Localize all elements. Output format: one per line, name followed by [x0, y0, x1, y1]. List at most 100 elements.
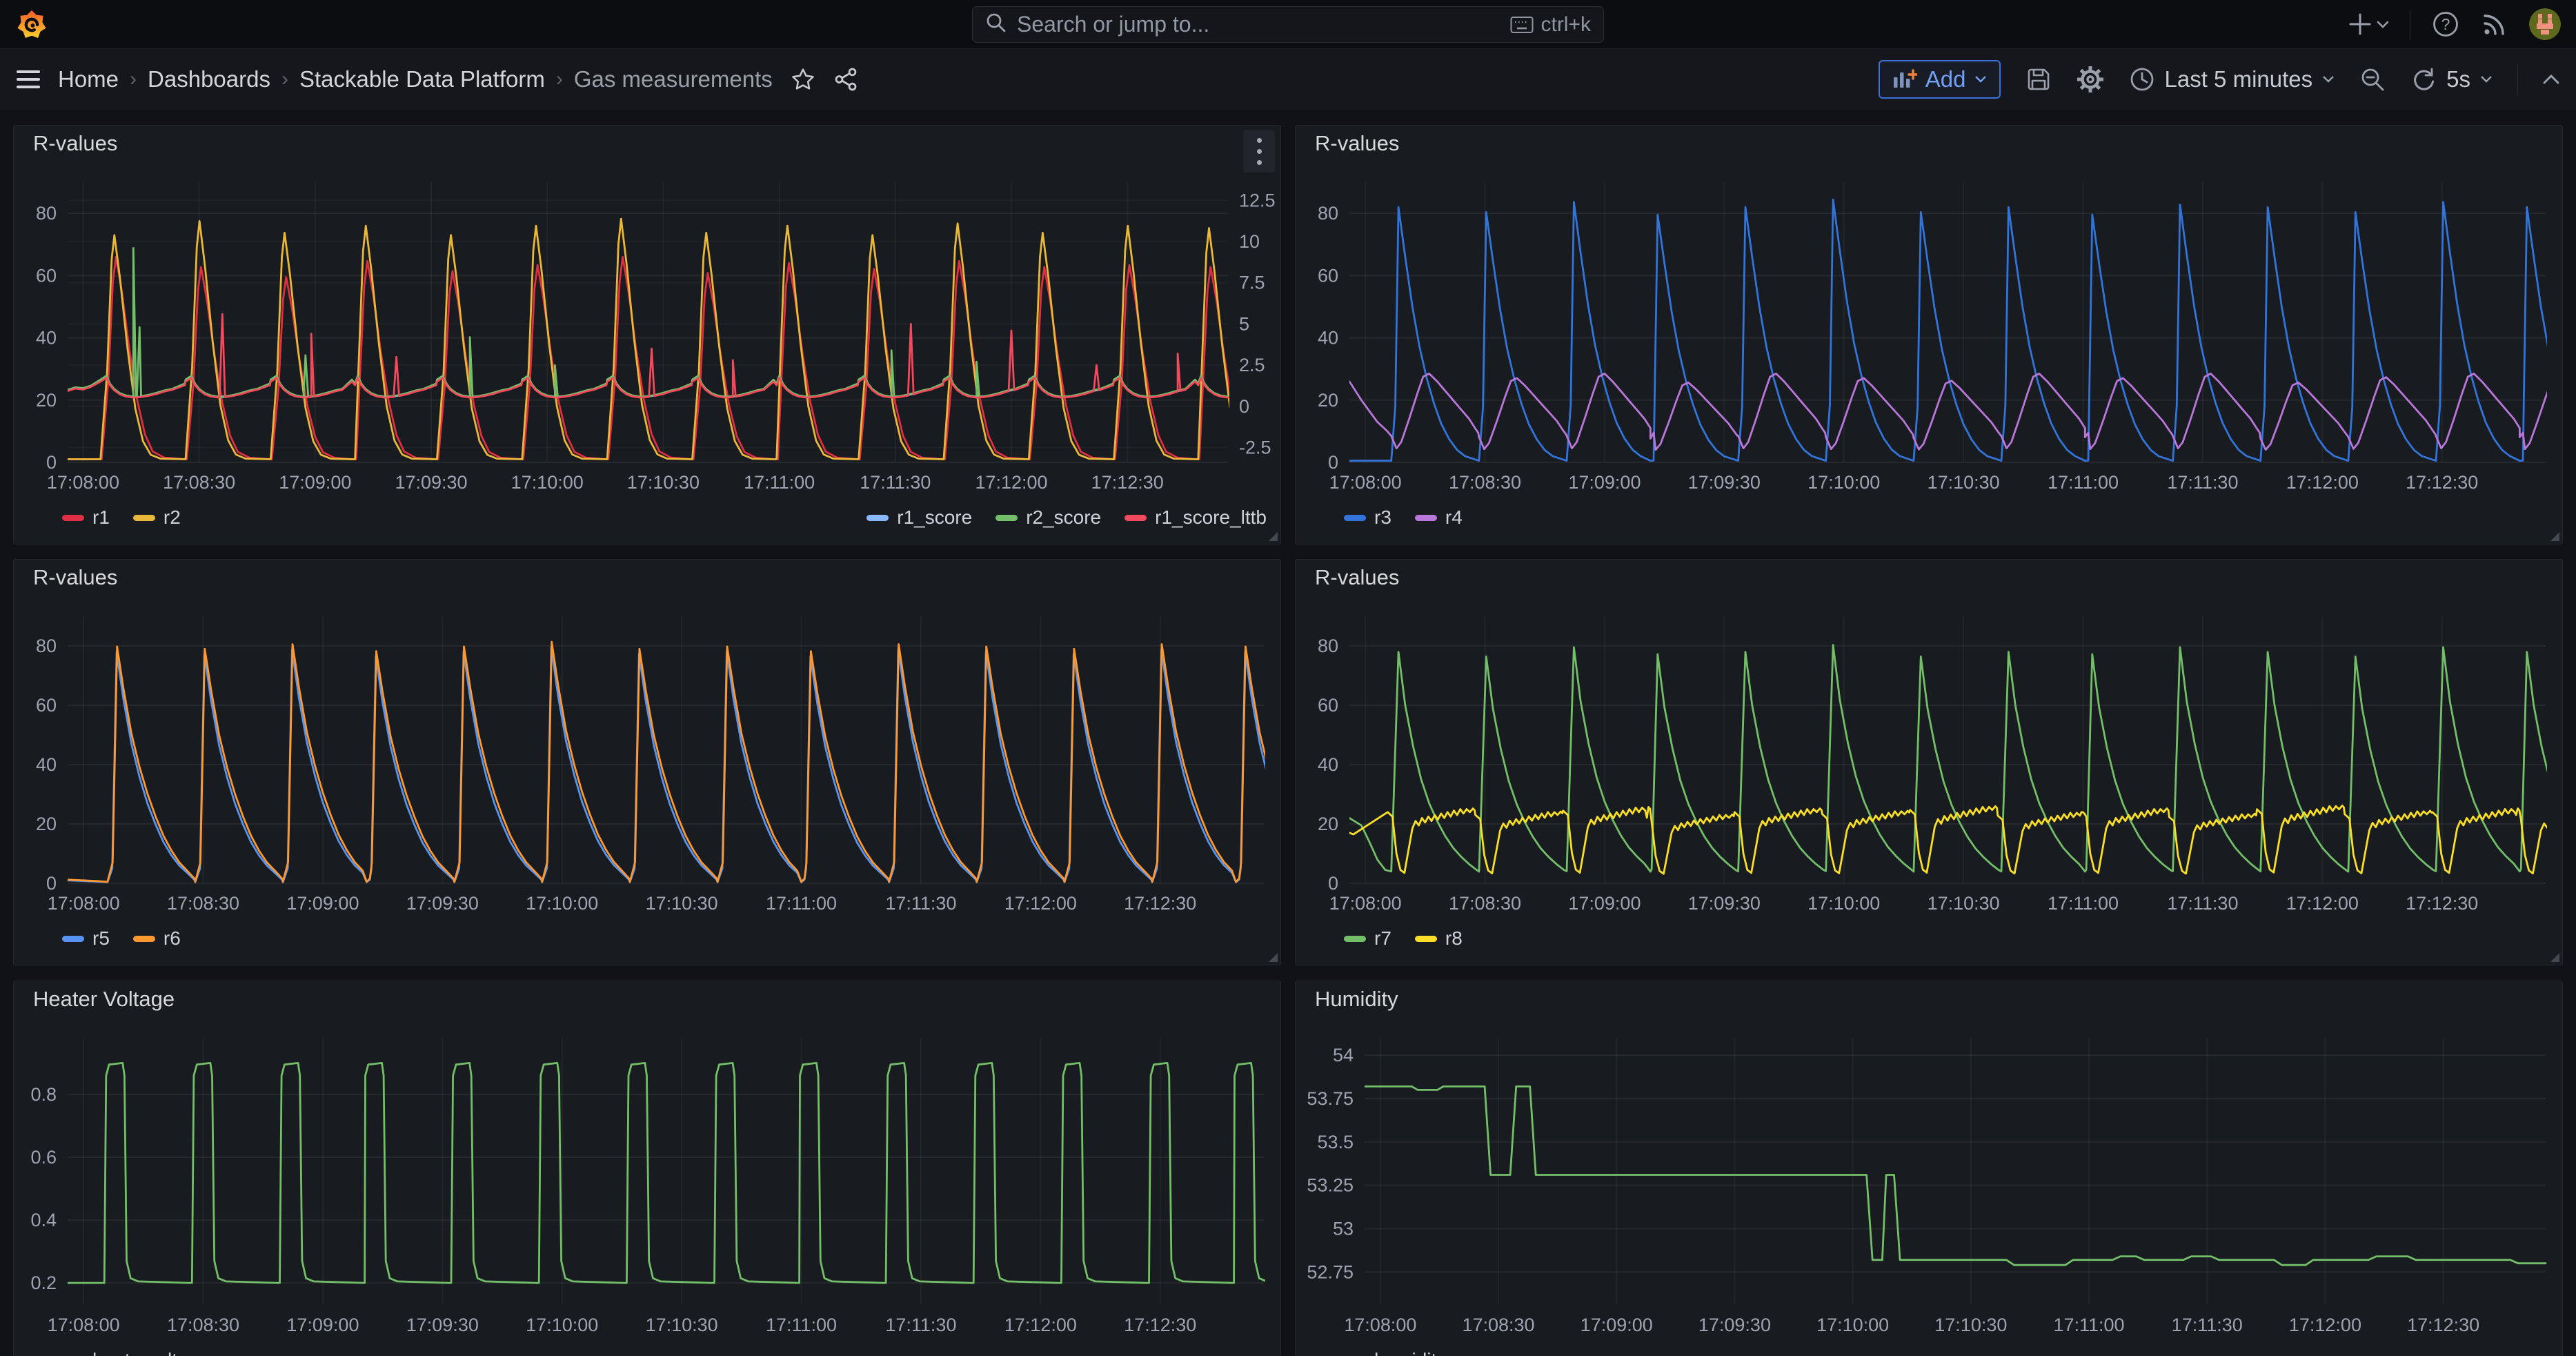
legend-group-left: r5 r6 — [62, 927, 181, 965]
breadcrumb-folder[interactable]: Stackable Data Platform — [299, 66, 545, 92]
legend-item-r1_score[interactable]: r1_score — [866, 507, 972, 529]
legend-group-left: r7 r8 — [1344, 927, 1463, 965]
search-placeholder: Search or jump to... — [1017, 12, 1510, 37]
panel-humidity: Humidity 17:08:0017:08:3017:09:0017:09:3… — [1295, 981, 2563, 1356]
zoom-out-time-button[interactable] — [2359, 66, 2386, 92]
grafana-logo[interactable] — [15, 8, 48, 41]
legend-swatch — [1415, 515, 1437, 521]
legend-label: r1 — [92, 507, 110, 529]
timeseries-chart[interactable]: 17:08:0017:08:3017:09:0017:09:3017:10:00… — [14, 596, 1280, 922]
dashboard-settings-button[interactable] — [2077, 66, 2104, 93]
mega-menu-toggle[interactable] — [17, 70, 40, 89]
breadcrumb-current-dashboard: Gas measurements — [574, 66, 773, 92]
panel-title: R-values — [33, 565, 117, 590]
panel-resize-handle[interactable] — [1269, 532, 1278, 541]
svg-text:52.75: 52.75 — [1307, 1261, 1354, 1282]
svg-text:0: 0 — [1328, 873, 1338, 894]
panel-legend: r1 r2 r1_score r2_score r1_score_lttb — [14, 501, 1280, 544]
svg-text:17:09:30: 17:09:30 — [406, 893, 479, 914]
svg-text:17:10:30: 17:10:30 — [1928, 472, 2000, 493]
svg-text:17:11:00: 17:11:00 — [2053, 1315, 2124, 1335]
svg-text:17:08:30: 17:08:30 — [1449, 893, 1521, 914]
news-button[interactable] — [2481, 10, 2508, 38]
panel-resize-handle[interactable] — [2550, 532, 2559, 541]
breadcrumb-separator: › — [556, 68, 563, 91]
breadcrumb-home[interactable]: Home — [58, 66, 119, 92]
time-range-picker[interactable]: Last 5 minutes — [2129, 66, 2335, 92]
svg-text:17:08:30: 17:08:30 — [163, 472, 235, 493]
panel-chart-area[interactable]: 17:08:0017:08:3017:09:0017:09:3017:10:00… — [1296, 161, 2562, 501]
legend-swatch — [1124, 515, 1147, 521]
add-panel-button[interactable]: Add — [1879, 60, 2001, 99]
panel-legend: r5 r6 — [14, 922, 1280, 965]
svg-text:20: 20 — [36, 814, 57, 834]
svg-text:17:11:00: 17:11:00 — [2048, 893, 2119, 914]
svg-text:17:10:30: 17:10:30 — [1934, 1315, 2007, 1335]
svg-text:17:09:30: 17:09:30 — [1688, 893, 1761, 914]
timeseries-chart[interactable]: 17:08:0017:08:3017:09:0017:09:3017:10:00… — [1296, 1017, 2562, 1344]
legend-item-r1[interactable]: r1 — [62, 507, 110, 529]
legend-item-humidity[interactable]: humidity — [1344, 1349, 1446, 1356]
svg-text:80: 80 — [36, 203, 57, 224]
legend-swatch — [133, 515, 155, 521]
timeseries-chart[interactable]: 17:08:0017:08:3017:09:0017:09:3017:10:00… — [1296, 596, 2562, 922]
legend-label: r6 — [164, 927, 181, 950]
legend-label: heatervoltage — [92, 1349, 210, 1356]
panel-chart-area[interactable]: 17:08:0017:08:3017:09:0017:09:3017:10:00… — [1296, 1017, 2562, 1344]
collapse-toolbar-button[interactable] — [2543, 74, 2559, 85]
favorite-star-button[interactable] — [791, 68, 815, 91]
panel-title: R-values — [1315, 565, 1399, 590]
legend-item-r3[interactable]: r3 — [1344, 507, 1391, 529]
panel-chart-area[interactable]: 17:08:0017:08:3017:09:0017:09:3017:10:00… — [1296, 596, 2562, 922]
svg-text:17:12:00: 17:12:00 — [1004, 1315, 1077, 1335]
legend-item-r1_score_lttb[interactable]: r1_score_lttb — [1124, 507, 1267, 529]
svg-text:0: 0 — [46, 873, 57, 894]
breadcrumb-separator: › — [130, 68, 137, 91]
panel-chart-area[interactable]: 17:08:0017:08:3017:09:0017:09:3017:10:00… — [14, 1017, 1280, 1344]
legend-swatch — [62, 936, 84, 942]
panel-resize-handle[interactable] — [1269, 953, 1278, 962]
panel-header[interactable]: R-values — [1296, 126, 2562, 161]
help-button[interactable]: ? — [2431, 10, 2460, 39]
legend-item-r4[interactable]: r4 — [1415, 507, 1463, 529]
legend-item-r5[interactable]: r5 — [62, 927, 110, 950]
svg-text:17:09:30: 17:09:30 — [1688, 472, 1761, 493]
panel-header[interactable]: R-values — [14, 560, 1280, 596]
share-dashboard-button[interactable] — [833, 67, 858, 92]
breadcrumb-dashboards[interactable]: Dashboards — [148, 66, 270, 92]
legend-item-r8[interactable]: r8 — [1415, 927, 1463, 950]
panel-header[interactable]: R-values — [14, 126, 1280, 161]
search-icon — [985, 12, 1007, 37]
panel-chart-area[interactable]: 17:08:0017:08:3017:09:0017:09:3017:10:00… — [14, 596, 1280, 922]
legend-label: r1_score_lttb — [1155, 507, 1267, 529]
refresh-picker[interactable]: 5s — [2410, 66, 2493, 92]
panel-header[interactable]: Humidity — [1296, 981, 2562, 1017]
panel-legend: heatervoltage — [14, 1344, 1280, 1356]
svg-text:17:12:00: 17:12:00 — [1004, 893, 1077, 914]
save-dashboard-button[interactable] — [2025, 66, 2052, 92]
svg-text:60: 60 — [1318, 265, 1338, 286]
chevron-down-icon — [1974, 75, 1987, 83]
panel-resize-handle[interactable] — [2550, 953, 2559, 962]
legend-item-r7[interactable]: r7 — [1344, 927, 1391, 950]
legend-item-heatervoltage[interactable]: heatervoltage — [62, 1349, 210, 1356]
timeseries-chart[interactable]: 17:08:0017:08:3017:09:0017:09:3017:10:00… — [14, 161, 1280, 501]
legend-item-r2_score[interactable]: r2_score — [995, 507, 1101, 529]
panel-chart-area[interactable]: 17:08:0017:08:3017:09:0017:09:3017:10:00… — [14, 161, 1280, 501]
timeseries-chart[interactable]: 17:08:0017:08:3017:09:0017:09:3017:10:00… — [14, 1017, 1280, 1344]
legend-item-r6[interactable]: r6 — [133, 927, 181, 950]
svg-text:5: 5 — [1239, 313, 1249, 334]
svg-text:17:09:00: 17:09:00 — [1568, 893, 1641, 914]
search-input[interactable]: Search or jump to... ctrl+k — [972, 6, 1604, 43]
panel-header[interactable]: Heater Voltage — [14, 981, 1280, 1017]
svg-text:17:08:30: 17:08:30 — [1449, 472, 1521, 493]
legend-label: r5 — [92, 927, 110, 950]
breadcrumb-separator: › — [281, 68, 288, 91]
svg-text:17:08:00: 17:08:00 — [1329, 472, 1402, 493]
timeseries-chart[interactable]: 17:08:0017:08:3017:09:0017:09:3017:10:00… — [1296, 161, 2562, 501]
panel-header[interactable]: R-values — [1296, 560, 2562, 596]
add-new-menu-button[interactable] — [2349, 12, 2389, 37]
legend-item-r2[interactable]: r2 — [133, 507, 181, 529]
user-avatar[interactable] — [2529, 8, 2561, 40]
svg-text:53.25: 53.25 — [1307, 1175, 1354, 1196]
